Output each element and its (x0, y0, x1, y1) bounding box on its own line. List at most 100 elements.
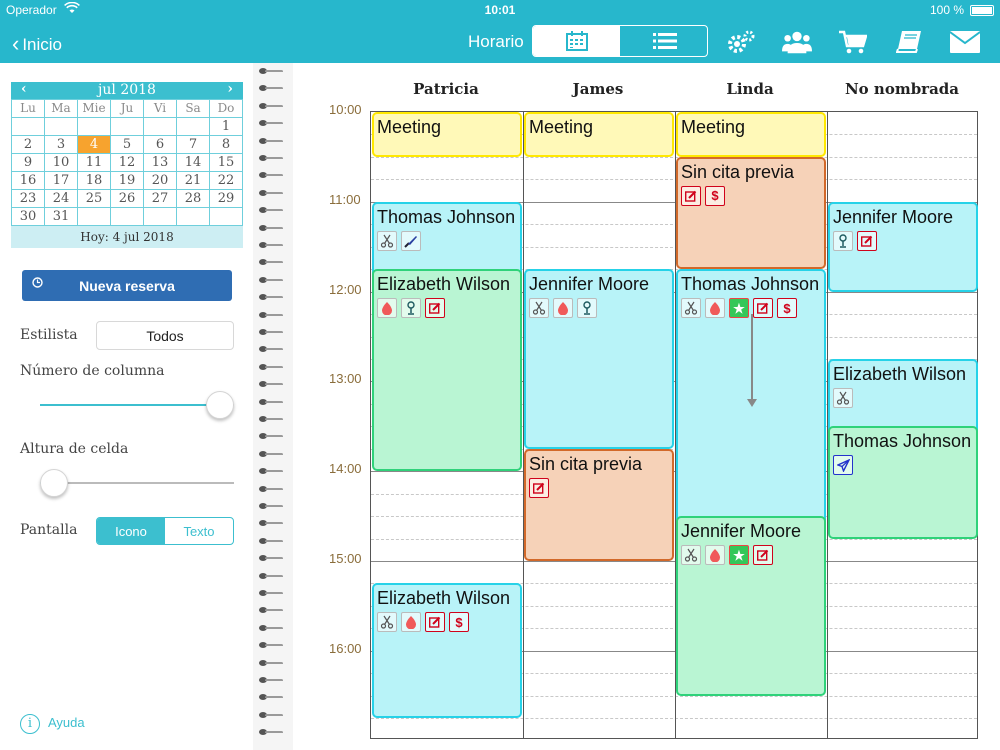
appointment-icons (529, 298, 670, 319)
calendar-empty-cell (78, 208, 111, 226)
cell-height-slider[interactable] (40, 469, 234, 497)
calendar-day[interactable]: 27 (144, 190, 177, 208)
spiral-ring (259, 432, 285, 441)
stylist-label: Estilista (20, 327, 78, 343)
spiral-ring (259, 537, 285, 546)
sidebar: ‹ jul 2018 › Lu Ma Mie Ju Vi Sa Do 1 2 3 4 5 6 7 8 9 10 1… (0, 63, 253, 750)
spiral-ring (259, 554, 285, 563)
appointment-a12[interactable]: Sin cita previa (524, 448, 674, 561)
calendar-view-button[interactable] (533, 26, 620, 56)
calendar-day[interactable]: 28 (177, 190, 210, 208)
appointment-a6[interactable]: Jennifer Moore (828, 201, 978, 292)
calendar-day[interactable]: 6 (144, 136, 177, 154)
calendar-day[interactable]: 14 (177, 154, 210, 172)
calendar-day[interactable]: 30 (12, 208, 45, 226)
calendar-day[interactable]: 8 (210, 136, 243, 154)
back-button[interactable]: ‹ Inicio (12, 30, 62, 56)
calendar-day[interactable]: 12 (111, 154, 144, 172)
scissors-icon (377, 612, 397, 633)
calendar-day[interactable]: 25 (78, 190, 111, 208)
display-icon-option[interactable]: Icono (97, 518, 165, 544)
calendar-day[interactable]: 19 (111, 172, 144, 190)
notebook-spiral (253, 63, 293, 750)
appointment-a2[interactable]: Meeting (524, 112, 674, 157)
spiral-ring (259, 728, 285, 737)
spiral-ring (259, 119, 285, 128)
appointment-a4[interactable]: Sin cita previa $ (676, 156, 826, 270)
spiral-ring (259, 102, 285, 111)
spiral-ring (259, 572, 285, 581)
calendar-day[interactable]: 31 (45, 208, 78, 226)
spiral-ring (259, 171, 285, 180)
column-header[interactable]: James (522, 80, 674, 98)
appointment-a11[interactable]: Thomas Johnson (828, 426, 978, 539)
settings-gears-icon[interactable] (726, 28, 756, 56)
slider-knob[interactable] (40, 469, 68, 497)
calendar-day[interactable]: 16 (12, 172, 45, 190)
calendar-day[interactable]: 2 (12, 136, 45, 154)
new-booking-button[interactable]: Nueva reserva (22, 270, 232, 301)
back-label: Inicio (22, 35, 63, 54)
next-month-button[interactable]: › (227, 81, 233, 98)
clock-icon (32, 277, 43, 291)
calendar-day[interactable]: 10 (45, 154, 78, 172)
calendar-day[interactable]: 21 (177, 172, 210, 190)
edit-icon (857, 230, 877, 251)
calendar-day[interactable]: 20 (144, 172, 177, 190)
calendar-day[interactable]: 22 (210, 172, 243, 190)
calendar-day[interactable]: 7 (177, 136, 210, 154)
calendar-day[interactable]: 17 (45, 172, 78, 190)
edit-icon (529, 477, 549, 498)
appointment-a8[interactable]: Jennifer Moore (524, 269, 674, 449)
calendar-day[interactable]: 15 (210, 154, 243, 172)
calendar-day[interactable]: 24 (45, 190, 78, 208)
list-view-button[interactable] (621, 26, 707, 56)
appointment-icons: ★ (681, 545, 822, 566)
display-label: Pantalla (20, 522, 78, 538)
display-text-option[interactable]: Texto (165, 518, 233, 544)
calendar-day[interactable]: 18 (78, 172, 111, 190)
appointment-a13[interactable]: Jennifer Moore ★ (676, 516, 826, 696)
appointment-name: Meeting (377, 117, 442, 137)
spiral-ring (259, 659, 285, 668)
columns-slider[interactable] (40, 391, 234, 419)
shopping-cart-icon[interactable] (838, 28, 868, 56)
book-icon[interactable] (894, 28, 924, 56)
slider-knob[interactable] (206, 391, 234, 419)
spiral-ring (259, 676, 285, 685)
calendar-day[interactable]: 4 (78, 136, 111, 154)
calendar-day[interactable]: 29 (210, 190, 243, 208)
calendar-day[interactable]: 1 (210, 118, 243, 136)
prev-month-button[interactable]: ‹ (21, 81, 27, 98)
calendar-header: ‹ jul 2018 › (11, 81, 243, 99)
calendar-day[interactable]: 23 (12, 190, 45, 208)
calendar-day[interactable]: 26 (111, 190, 144, 208)
calendar-month-label: jul 2018 (98, 82, 156, 98)
calendar-empty-cell (111, 208, 144, 226)
appointment-name: Elizabeth Wilson (377, 588, 511, 609)
calendar-day[interactable]: 5 (111, 136, 144, 154)
calendar-day[interactable]: 9 (12, 154, 45, 172)
appointment-icons: $ (681, 185, 822, 206)
appointment-a14[interactable]: Elizabeth Wilson $ (372, 583, 522, 719)
calendar-day[interactable]: 13 (144, 154, 177, 172)
appointment-a1[interactable]: Meeting (372, 112, 522, 157)
appointment-a7[interactable]: Elizabeth Wilson (372, 269, 522, 472)
battery-label: 100 % (929, 3, 964, 17)
grid-line (371, 156, 977, 158)
cell-height-label: Altura de celda (20, 441, 129, 457)
people-icon[interactable] (782, 28, 812, 56)
stylist-select[interactable]: Todos (96, 321, 234, 350)
appointment-a3[interactable]: Meeting (676, 112, 826, 157)
column-header[interactable]: Patricia (370, 80, 522, 98)
mail-icon[interactable] (950, 28, 980, 56)
help-button[interactable]: i Ayuda (20, 714, 85, 734)
spiral-ring (259, 258, 285, 267)
grid-line (371, 718, 977, 720)
column-header[interactable]: No nombrada (826, 80, 978, 98)
spiral-ring (259, 189, 285, 198)
battery-icon (970, 5, 994, 16)
calendar-day[interactable]: 11 (78, 154, 111, 172)
calendar-day[interactable]: 3 (45, 136, 78, 154)
column-header[interactable]: Linda (674, 80, 826, 98)
